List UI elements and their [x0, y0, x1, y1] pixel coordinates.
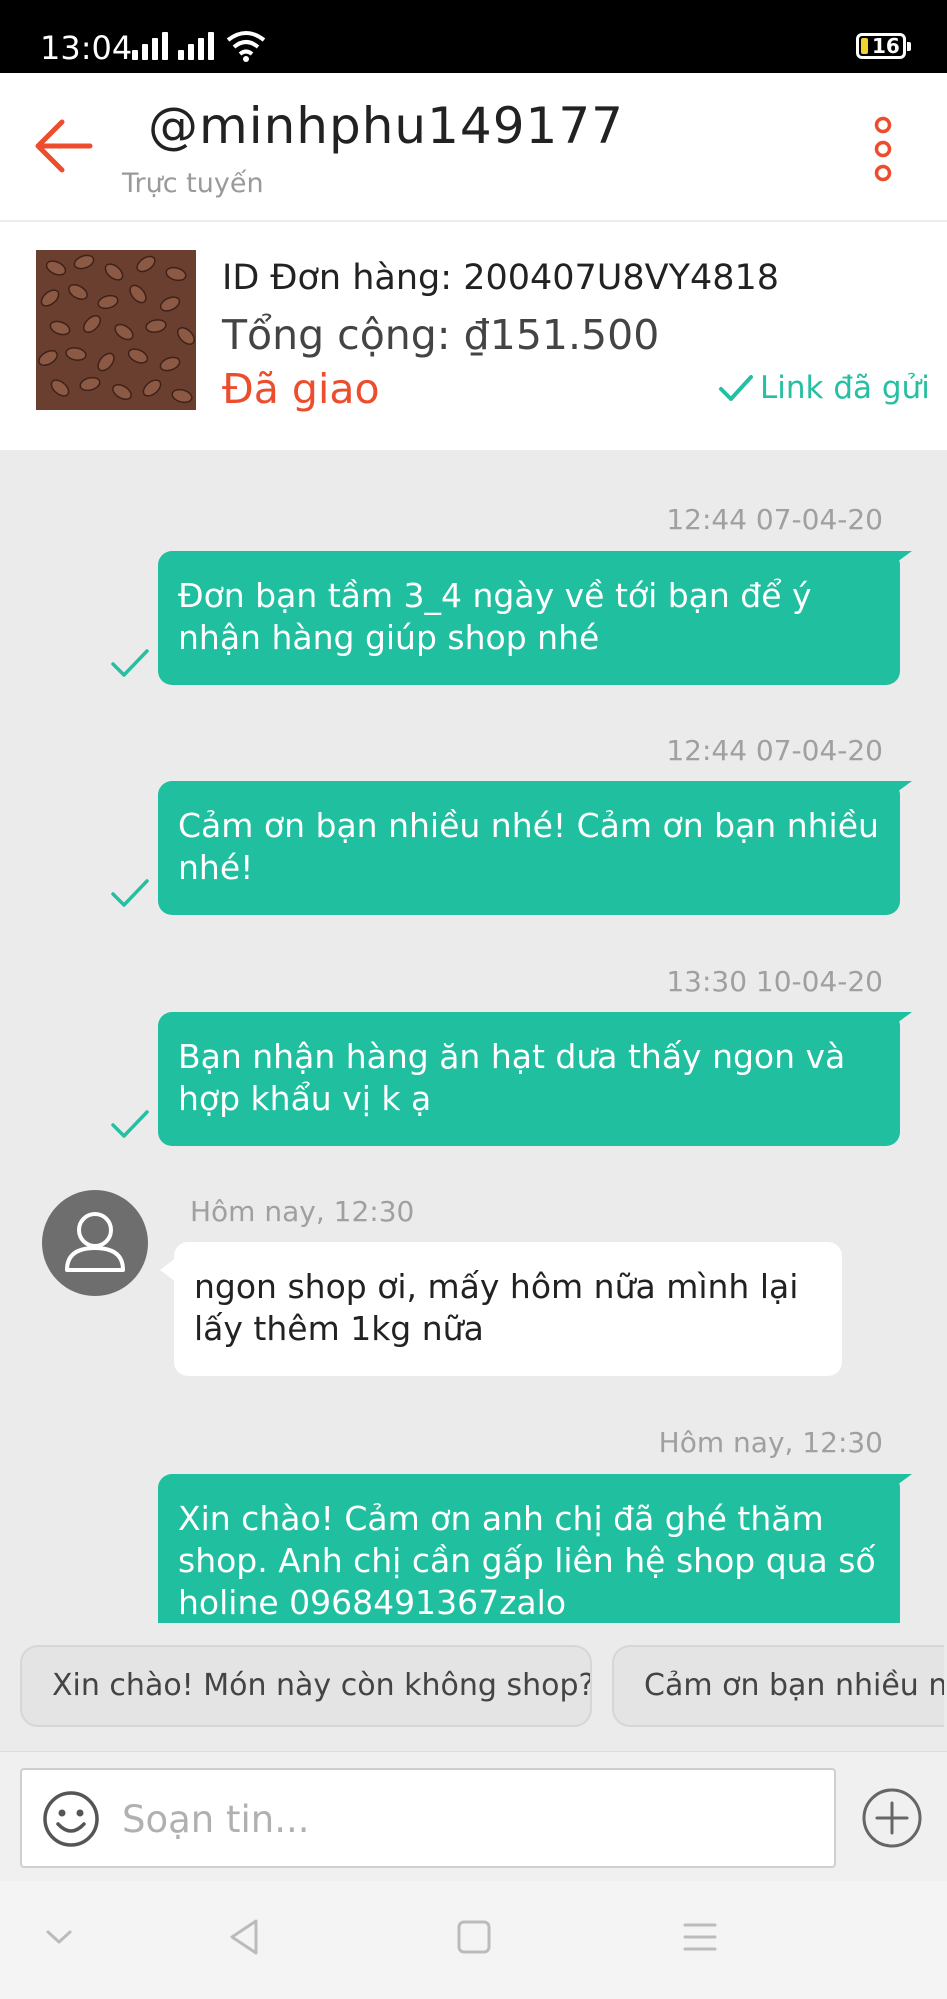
check-icon	[719, 375, 753, 401]
quick-reply-chip[interactable]: Xin chào! Món này còn không shop?	[20, 1645, 592, 1727]
sender-avatar[interactable]	[42, 1190, 148, 1296]
message-input[interactable]	[122, 1790, 812, 1848]
chat-messages[interactable]: 12:44 07-04-20 Đơn bạn tầm 3_4 ngày về t…	[0, 450, 947, 1623]
message-bubble-incoming[interactable]: ngon shop ơi, mấy hôm nữa mình lại lấy t…	[160, 1242, 842, 1376]
read-check-icon	[111, 1110, 149, 1138]
message-bubble-outgoing[interactable]: Xin chào! Cảm ơn anh chị đã ghé thăm sho…	[158, 1474, 900, 1623]
emoji-icon[interactable]	[42, 1790, 100, 1848]
message-bubble-outgoing[interactable]: Bạn nhận hàng ăn hạt dưa thấy ngon và hợ…	[158, 1012, 900, 1146]
signal-icon	[178, 32, 214, 60]
status-time: 13:04	[40, 29, 133, 67]
add-icon[interactable]	[860, 1786, 924, 1850]
chevron-down-icon[interactable]	[44, 1927, 74, 1947]
menu-lines-icon[interactable]	[682, 1921, 718, 1953]
signal-icon	[132, 32, 168, 60]
status-bar: 13:04 16	[0, 0, 947, 73]
quick-replies: Xin chào! Món này còn không shop? Cảm ơn…	[0, 1623, 947, 1751]
presence-status: Trực tuyến	[122, 168, 264, 199]
message-bubble-outgoing[interactable]: Cảm ơn bạn nhiều nhé! Cảm ơn bạn nhiều n…	[158, 781, 900, 915]
order-status: Đã giao	[222, 365, 380, 413]
battery-icon: 16	[856, 33, 911, 59]
read-check-icon	[111, 879, 149, 907]
order-id: ID Đơn hàng: 200407U8VY4818	[222, 258, 780, 298]
order-product-image	[36, 250, 196, 410]
message-timestamp: Hôm nay, 12:30	[658, 1426, 883, 1459]
quick-reply-chip[interactable]: Cảm ơn bạn nhiều nh	[612, 1645, 944, 1727]
wifi-icon	[226, 31, 266, 62]
message-composer	[0, 1751, 947, 1881]
read-check-icon	[111, 649, 149, 677]
message-timestamp: Hôm nay, 12:30	[190, 1195, 415, 1228]
home-square-icon[interactable]	[456, 1919, 492, 1955]
chat-header: @minhphu149177 Trực tuyến	[0, 73, 947, 221]
message-timestamp: 12:44 07-04-20	[666, 503, 883, 536]
compose-box	[20, 1768, 836, 1868]
system-navbar	[0, 1881, 947, 1999]
order-total: Tổng cộng: ₫151.500	[222, 311, 660, 359]
message-bubble-outgoing[interactable]: Đơn bạn tầm 3_4 ngày về tới bạn để ý nhậ…	[158, 551, 900, 685]
user-icon	[65, 1212, 125, 1272]
chat-username: @minhphu149177	[148, 97, 624, 155]
link-sent-indicator: Link đã gửi	[718, 368, 930, 408]
order-card[interactable]: ID Đơn hàng: 200407U8VY4818 Tổng cộng: ₫…	[0, 222, 947, 450]
message-timestamp: 13:30 10-04-20	[666, 965, 883, 998]
back-arrow-icon[interactable]	[34, 118, 94, 174]
message-timestamp: 12:44 07-04-20	[666, 734, 883, 767]
link-sent-label: Link đã gửi	[760, 370, 930, 406]
more-vertical-icon[interactable]	[868, 116, 898, 182]
back-triangle-icon[interactable]	[226, 1917, 262, 1957]
battery-level: 16	[872, 34, 900, 58]
